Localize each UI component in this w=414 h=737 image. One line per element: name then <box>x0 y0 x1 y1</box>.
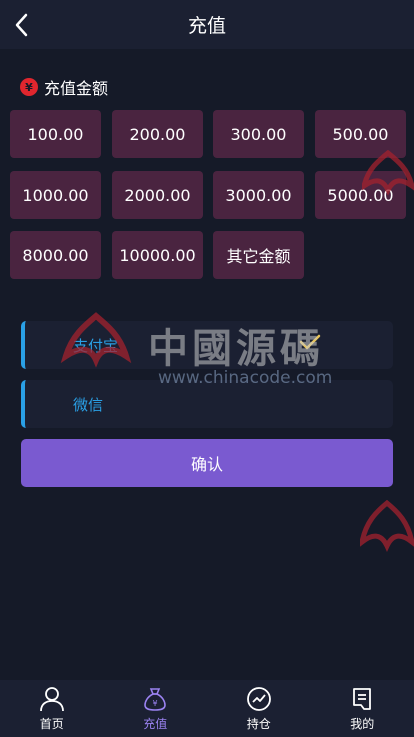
header: 充值 <box>0 0 414 49</box>
amount-button[interactable]: 10000.00 <box>112 231 203 279</box>
page-title: 充值 <box>187 15 226 37</box>
amount-button[interactable]: 1000.00 <box>10 171 101 219</box>
amount-button[interactable]: 500.00 <box>315 110 406 158</box>
tab-positions[interactable]: 持仓 <box>207 680 311 737</box>
amount-button-other[interactable]: 其它金额 <box>213 231 304 279</box>
wechat-label: 微信 <box>73 395 104 414</box>
svg-text:¥: ¥ <box>153 699 158 708</box>
tab-label: 我的 <box>350 717 375 731</box>
amount-button[interactable]: 5000.00 <box>315 171 406 219</box>
amount-button[interactable]: 300.00 <box>213 110 304 158</box>
back-arrow-icon[interactable] <box>10 11 34 39</box>
section-label: 充值金额 <box>44 79 109 98</box>
alipay-label: 支付宝 <box>73 336 119 355</box>
checkmark-icon <box>299 334 321 350</box>
amount-button[interactable]: 200.00 <box>112 110 203 158</box>
recharge-amount-heading: ¥ 充值金额 <box>20 76 108 98</box>
tab-recharge[interactable]: ¥ 充值 <box>104 680 208 737</box>
tab-home[interactable]: 首页 <box>0 680 104 737</box>
payment-option-alipay[interactable]: 支付宝 <box>21 321 393 369</box>
chart-icon <box>246 687 271 711</box>
confirm-button[interactable]: 确认 <box>21 439 393 487</box>
amount-button[interactable]: 100.00 <box>10 110 101 158</box>
tab-label: 首页 <box>39 717 64 731</box>
tab-label: 持仓 <box>246 717 271 731</box>
watermark-logo-icon <box>360 500 414 552</box>
amount-button[interactable]: 3000.00 <box>213 171 304 219</box>
tab-label: 充值 <box>143 717 168 731</box>
bottom-tab-bar: 首页 ¥ 充值 持仓 我的 <box>0 680 414 737</box>
amount-button[interactable]: 8000.00 <box>10 231 101 279</box>
tab-mine[interactable]: 我的 <box>311 680 414 737</box>
money-bag-icon: ¥ <box>144 688 167 711</box>
money-icon: ¥ <box>20 78 38 96</box>
payment-option-wechat[interactable]: 微信 <box>21 380 393 428</box>
amount-button[interactable]: 2000.00 <box>112 171 203 219</box>
document-icon <box>353 688 372 710</box>
user-icon <box>39 687 64 712</box>
